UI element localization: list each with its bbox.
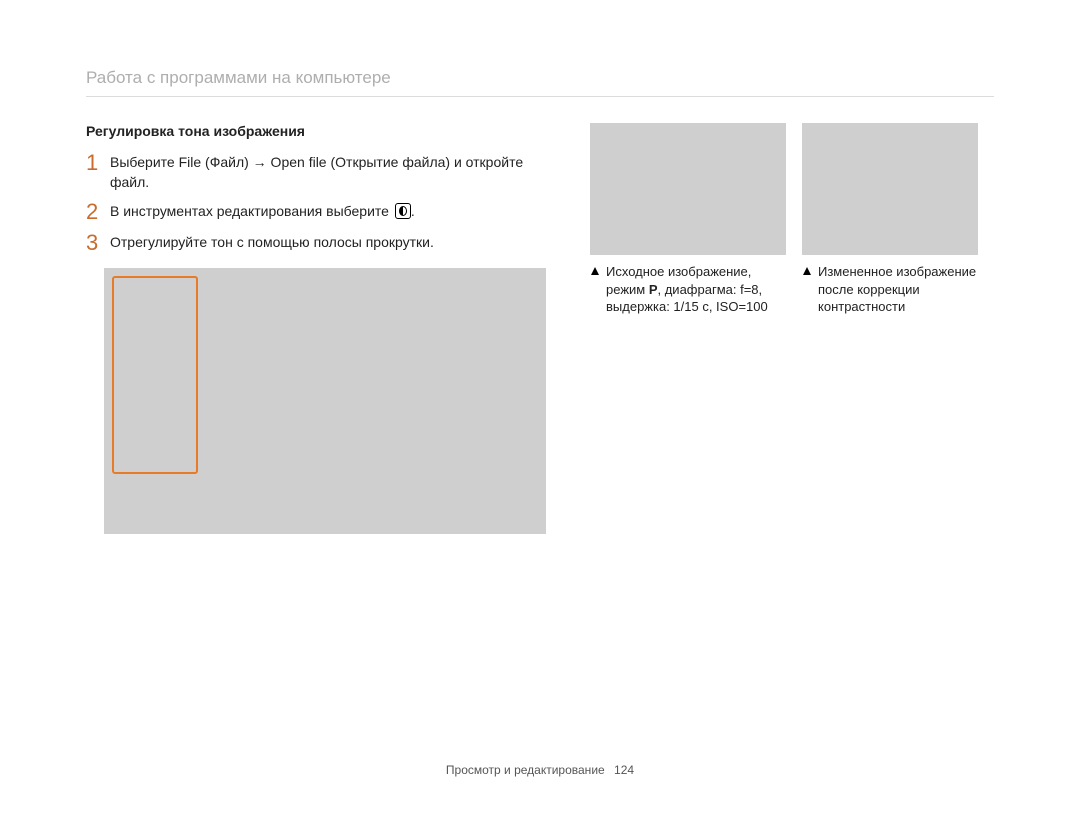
steps-list: 1 Выберите File (Файл) → Open ﬁle (Откры… xyxy=(86,153,566,254)
caption-before: Исходное изображение, режим P, диафрагма… xyxy=(590,263,786,316)
caption-line: выдержка: 1/15 с, ISO=100 xyxy=(606,299,768,314)
step-number: 1 xyxy=(86,152,110,174)
tone-adjust-icon xyxy=(395,203,411,219)
step-number: 2 xyxy=(86,201,110,223)
highlight-rectangle xyxy=(112,276,198,474)
caption-line: , диафрагма: f=8, xyxy=(658,282,763,297)
step-text-part: В инструментах редактирования выберите xyxy=(110,203,393,219)
section-heading: Регулировка тона изображения xyxy=(86,123,566,139)
manual-page: Работа с программами на компьютере Регул… xyxy=(0,0,1080,815)
caption-after: Измененное изображение после коррекции к… xyxy=(802,263,978,316)
after-block: Измененное изображение после коррекции к… xyxy=(802,123,978,534)
left-column: Регулировка тона изображения 1 Выберите … xyxy=(86,123,566,534)
step-3: 3 Отрегулируйте тон с помощью полосы про… xyxy=(86,233,566,254)
triangle-up-icon xyxy=(590,266,600,276)
page-number: 124 xyxy=(614,763,634,777)
screenshot-placeholder-main xyxy=(104,268,546,534)
step-text: Выберите File (Файл) → Open ﬁle (Открыти… xyxy=(110,153,566,192)
right-column: Исходное изображение, режим P, диафрагма… xyxy=(566,123,1050,534)
thumbnail-after xyxy=(802,123,978,255)
caption-text: Исходное изображение, режим P, диафрагма… xyxy=(606,263,768,316)
footer-label: Просмотр и редактирование xyxy=(446,763,605,777)
caption-text: Измененное изображение после коррекции к… xyxy=(818,263,976,316)
caption-line: Измененное изображение xyxy=(818,264,976,279)
step-2: 2 В инструментах редактирования выберите… xyxy=(86,202,566,223)
caption-line: контрастности xyxy=(818,299,905,314)
thumbnail-before xyxy=(590,123,786,255)
caption-line: после коррекции xyxy=(818,282,920,297)
step-text: В инструментах редактирования выберите . xyxy=(110,202,566,222)
before-block: Исходное изображение, режим P, диафрагма… xyxy=(590,123,786,534)
mode-letter: P xyxy=(649,282,658,297)
caption-line: режим xyxy=(606,282,649,297)
caption-line: Исходное изображение, xyxy=(606,264,751,279)
step-text: Отрегулируйте тон с помощью полосы прокр… xyxy=(110,233,566,253)
step-punct: . xyxy=(411,203,415,219)
page-footer: Просмотр и редактирование 124 xyxy=(0,763,1080,777)
step-1: 1 Выберите File (Файл) → Open ﬁle (Откры… xyxy=(86,153,566,192)
content-row: Регулировка тона изображения 1 Выберите … xyxy=(0,97,1080,534)
triangle-up-icon xyxy=(802,266,812,276)
page-header-title: Работа с программами на компьютере xyxy=(0,68,1080,88)
step-number: 3 xyxy=(86,232,110,254)
